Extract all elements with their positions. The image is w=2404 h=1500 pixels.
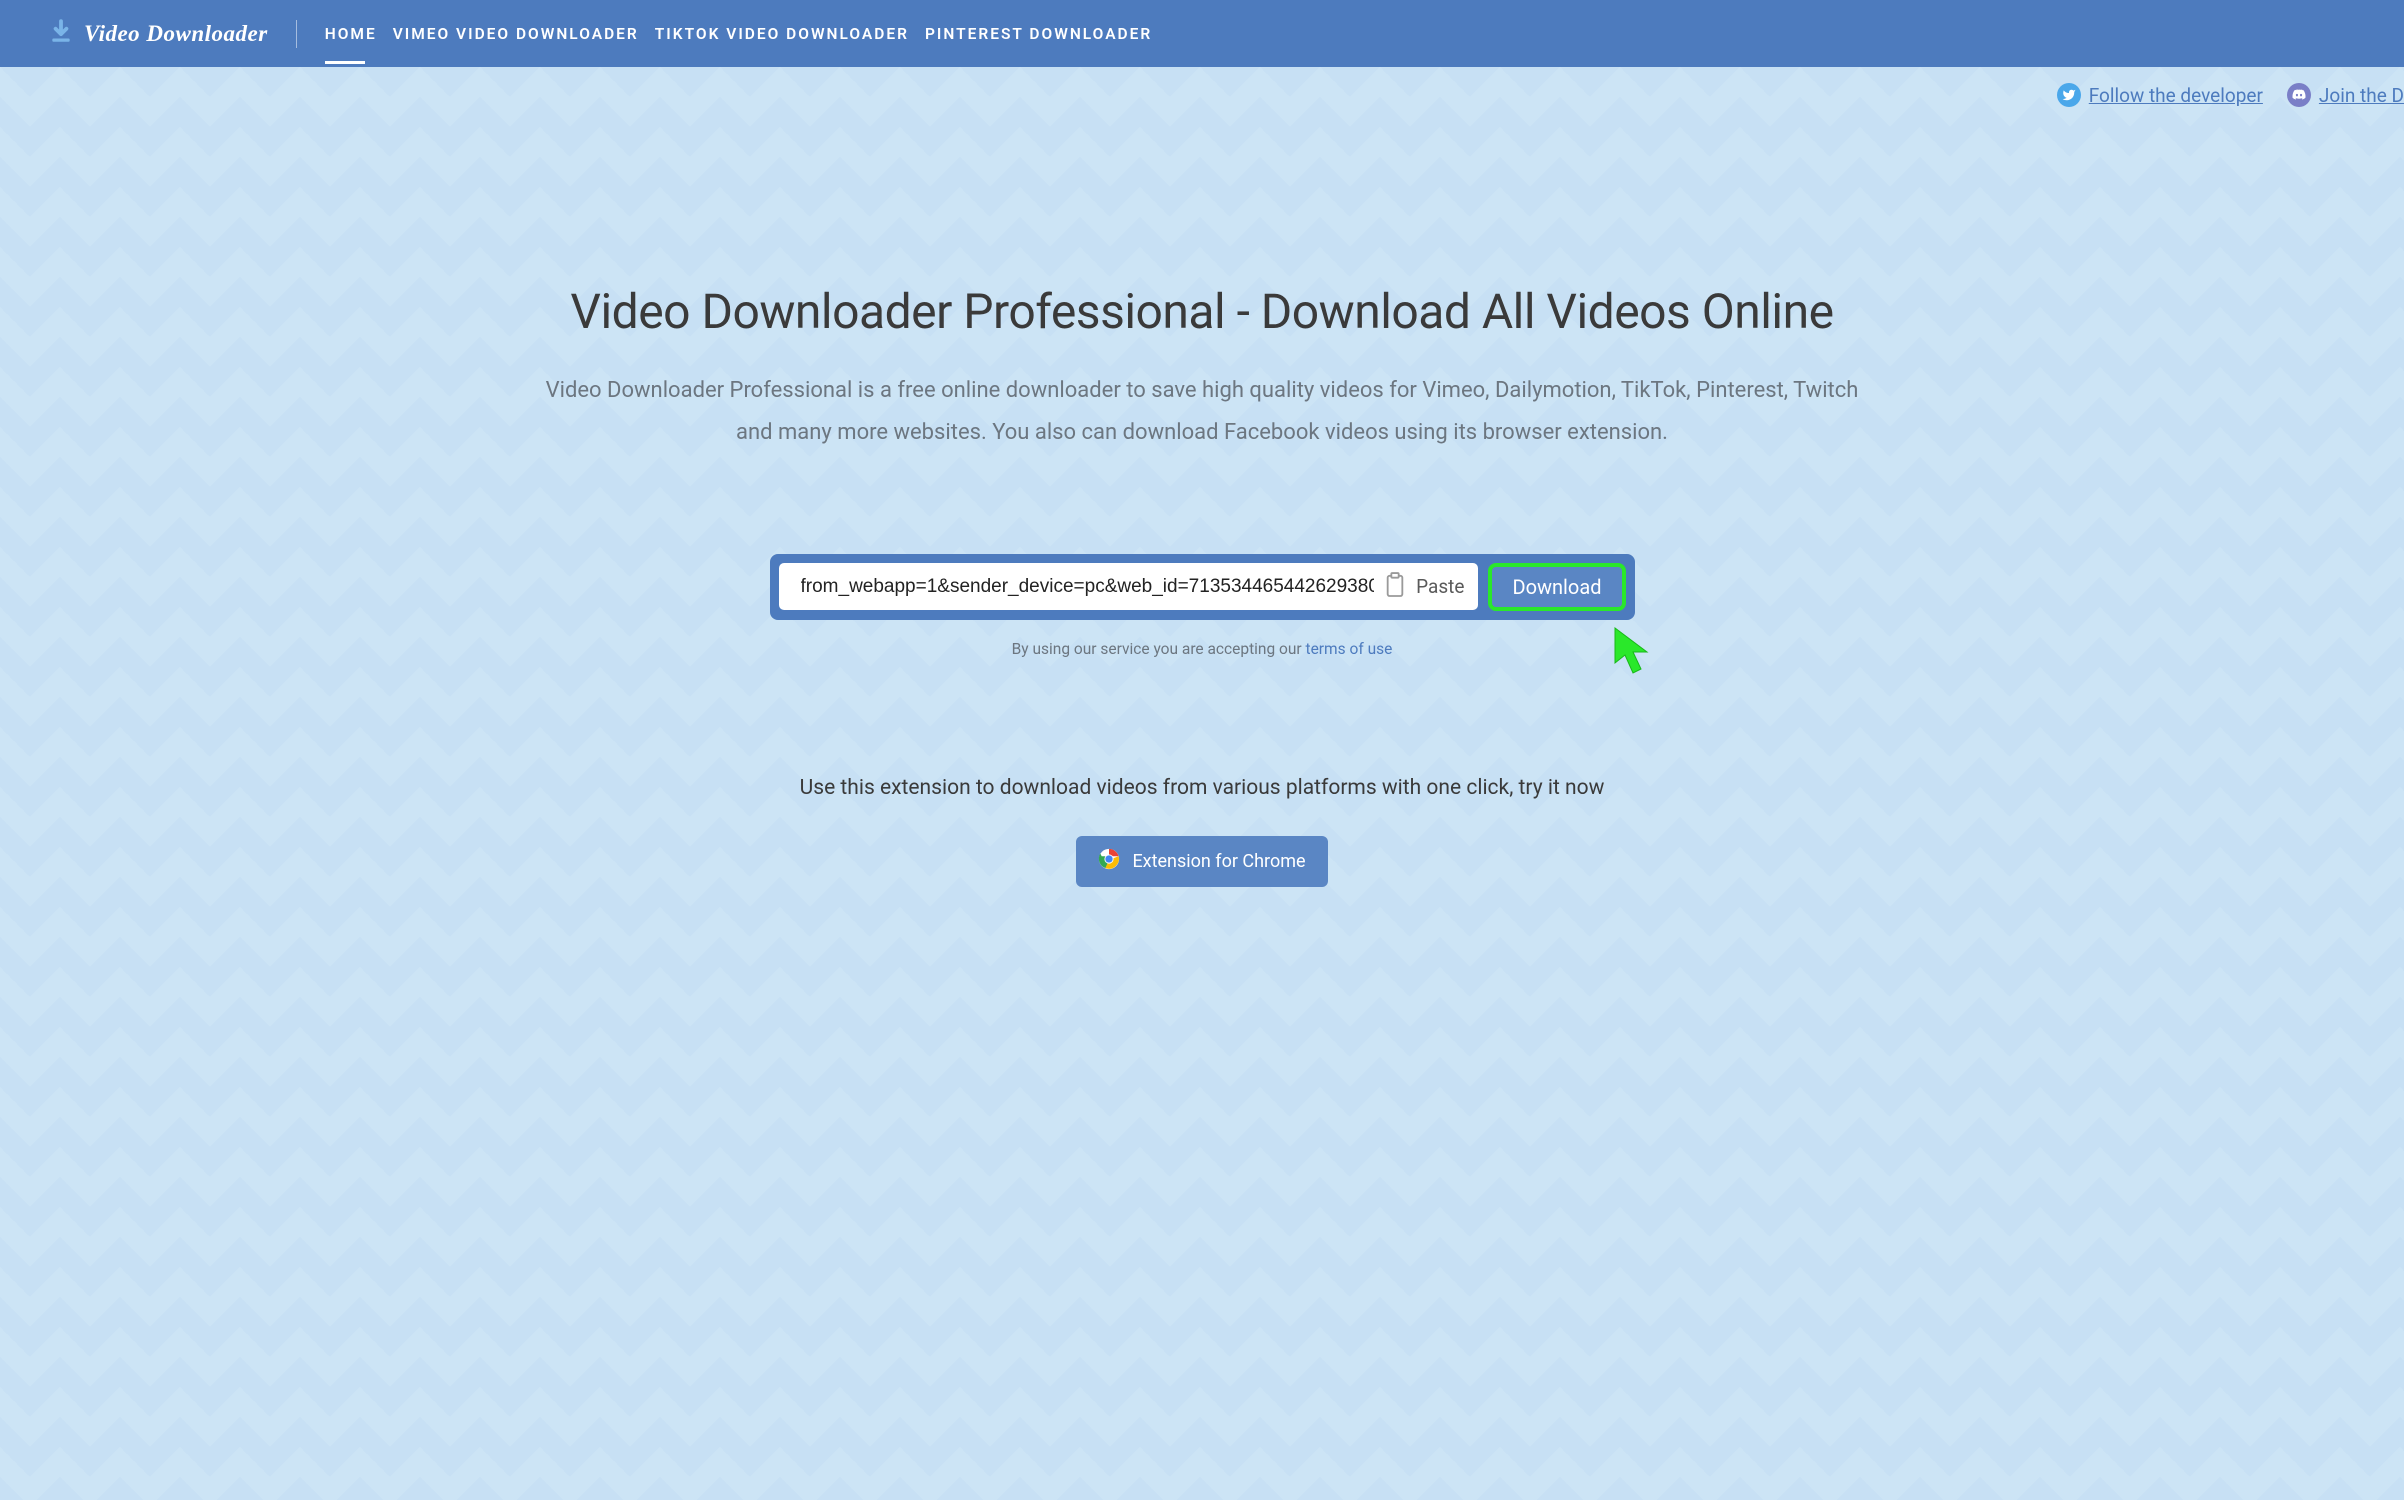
join-link[interactable]: Join the D (2319, 84, 2404, 107)
hero-title: Video Downloader Professional - Download… (40, 283, 2364, 340)
nav-pinterest[interactable]: PINTEREST DOWNLOADER (925, 19, 1152, 49)
clipboard-icon (1384, 572, 1406, 602)
main-nav: HOME VIMEO VIDEO DOWNLOADER TIKTOK VIDEO… (325, 19, 1153, 49)
nav-home[interactable]: HOME (325, 19, 377, 49)
download-form: Paste Download By using our service you … (770, 554, 1635, 658)
terms-line: By using our service you are accepting o… (770, 640, 1635, 658)
nav-divider (296, 20, 297, 48)
extension-text: Use this extension to download videos fr… (0, 776, 2404, 800)
hero-subtitle: Video Downloader Professional is a free … (542, 370, 1862, 454)
nav-tiktok[interactable]: TIKTOK VIDEO DOWNLOADER (655, 19, 909, 49)
terms-link[interactable]: terms of use (1306, 640, 1393, 658)
download-button[interactable]: Download (1488, 563, 1625, 611)
logo[interactable]: Video Downloader (48, 19, 268, 49)
download-arrow-icon (48, 19, 74, 49)
url-field-wrap: Paste (779, 563, 1479, 610)
chrome-icon (1098, 848, 1120, 875)
url-input-box: Paste Download (770, 554, 1635, 620)
follow-link[interactable]: Follow the developer (2089, 84, 2263, 107)
twitter-icon (2057, 83, 2081, 107)
header: Video Downloader HOME VIMEO VIDEO DOWNLO… (0, 0, 2404, 67)
nav-vimeo[interactable]: VIMEO VIDEO DOWNLOADER (393, 19, 639, 49)
logo-text: Video Downloader (84, 21, 268, 47)
paste-button[interactable]: Paste (1384, 572, 1464, 602)
paste-label: Paste (1416, 575, 1464, 598)
discord-icon (2287, 83, 2311, 107)
chrome-button-label: Extension for Chrome (1132, 851, 1305, 872)
extension-section: Use this extension to download videos fr… (0, 776, 2404, 887)
hero-section: Video Downloader Professional - Download… (0, 123, 2404, 454)
follow-developer[interactable]: Follow the developer (2057, 83, 2263, 107)
terms-prefix: By using our service you are accepting o… (1012, 640, 1306, 658)
social-bar: Follow the developer Join the D (0, 67, 2404, 123)
chrome-extension-button[interactable]: Extension for Chrome (1076, 836, 1327, 887)
url-input[interactable] (801, 576, 1375, 598)
join-discord[interactable]: Join the D (2287, 83, 2404, 107)
